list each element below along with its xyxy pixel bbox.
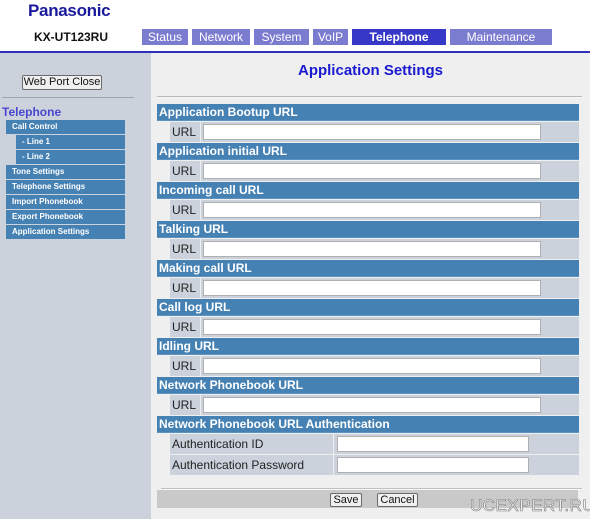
save-button[interactable]: Save xyxy=(330,493,362,507)
section-header-call-log-url: Call log URL xyxy=(157,299,579,316)
field-label: URL xyxy=(170,395,200,415)
title-divider xyxy=(157,96,582,98)
web-port-close-button[interactable]: Web Port Close xyxy=(22,75,102,90)
form-row: URL xyxy=(157,317,579,337)
panasonic-logo: Panasonic xyxy=(28,1,111,20)
form-row: Authentication ID xyxy=(157,434,579,454)
header: Panasonic KX-UT123RU Status Network Syst… xyxy=(0,0,590,46)
field-label: URL xyxy=(170,278,200,298)
sidebar-item-line-2[interactable]: - Line 2 xyxy=(16,150,125,164)
top-nav-tabs: Status Network System VoIP Telephone Mai… xyxy=(142,29,556,45)
making-call-url-input[interactable] xyxy=(203,280,541,296)
tab-network[interactable]: Network xyxy=(192,29,250,45)
field-label: URL xyxy=(170,239,200,259)
sidebar: Web Port Close Telephone Call Control - … xyxy=(0,53,151,519)
sidebar-item-application-settings[interactable]: Application Settings xyxy=(6,225,125,239)
form-row: URL xyxy=(157,161,579,181)
network-phonebook-url-input[interactable] xyxy=(203,397,541,413)
tab-maintenance[interactable]: Maintenance xyxy=(450,29,552,45)
section-header-phonebook-authentication: Network Phonebook URL Authentication xyxy=(157,416,579,433)
form-row: URL xyxy=(157,278,579,298)
field-label: URL xyxy=(170,356,200,376)
sidebar-menu: Call Control - Line 1 - Line 2 Tone Sett… xyxy=(6,120,125,240)
settings-form: Application Bootup URL URL Application i… xyxy=(157,104,579,476)
watermark: UCEXPERT.RU xyxy=(470,496,590,516)
tab-voip[interactable]: VoIP xyxy=(313,29,348,45)
page-title: Application Settings xyxy=(297,62,443,79)
section-header-bootup-url: Application Bootup URL xyxy=(157,104,579,121)
authentication-password-label: Authentication Password xyxy=(170,455,333,475)
form-row: URL xyxy=(157,200,579,220)
sidebar-item-import-phonebook[interactable]: Import Phonebook xyxy=(6,195,125,209)
authentication-id-label: Authentication ID xyxy=(170,434,333,454)
sidebar-item-telephone-settings[interactable]: Telephone Settings xyxy=(6,180,125,194)
talking-url-input[interactable] xyxy=(203,241,541,257)
section-header-idling-url: Idling URL xyxy=(157,338,579,355)
call-log-url-input[interactable] xyxy=(203,319,541,335)
authentication-id-input[interactable] xyxy=(337,436,529,452)
sidebar-item-export-phonebook[interactable]: Export Phonebook xyxy=(6,210,125,224)
device-model: KX-UT123RU xyxy=(34,30,109,44)
tab-system[interactable]: System xyxy=(254,29,309,45)
form-row: URL xyxy=(157,239,579,259)
idling-url-input[interactable] xyxy=(203,358,541,374)
sidebar-divider xyxy=(2,97,134,98)
form-row: URL xyxy=(157,356,579,376)
form-row: URL xyxy=(157,122,579,142)
section-header-talking-url: Talking URL xyxy=(157,221,579,238)
sidebar-item-line-1[interactable]: - Line 1 xyxy=(16,135,125,149)
section-header-network-phonebook-url: Network Phonebook URL xyxy=(157,377,579,394)
section-header-making-call-url: Making call URL xyxy=(157,260,579,277)
field-label: URL xyxy=(170,317,200,337)
field-label: URL xyxy=(170,200,200,220)
sidebar-item-tone-settings[interactable]: Tone Settings xyxy=(6,165,125,179)
field-label: URL xyxy=(170,122,200,142)
tab-telephone[interactable]: Telephone xyxy=(352,29,446,45)
tab-status[interactable]: Status xyxy=(142,29,188,45)
section-header-incoming-call-url: Incoming call URL xyxy=(157,182,579,199)
cancel-button[interactable]: Cancel xyxy=(377,493,418,507)
field-label: URL xyxy=(170,161,200,181)
form-row: URL xyxy=(157,395,579,415)
initial-url-input[interactable] xyxy=(203,163,541,179)
section-header-initial-url: Application initial URL xyxy=(157,143,579,160)
sidebar-item-call-control[interactable]: Call Control xyxy=(6,120,125,134)
main-content: Application Settings Application Bootup … xyxy=(151,53,590,519)
authentication-password-input[interactable] xyxy=(337,457,529,473)
form-row: Authentication Password xyxy=(157,455,579,475)
sidebar-heading: Telephone xyxy=(2,105,62,119)
incoming-call-url-input[interactable] xyxy=(203,202,541,218)
bootup-url-input[interactable] xyxy=(203,124,541,140)
